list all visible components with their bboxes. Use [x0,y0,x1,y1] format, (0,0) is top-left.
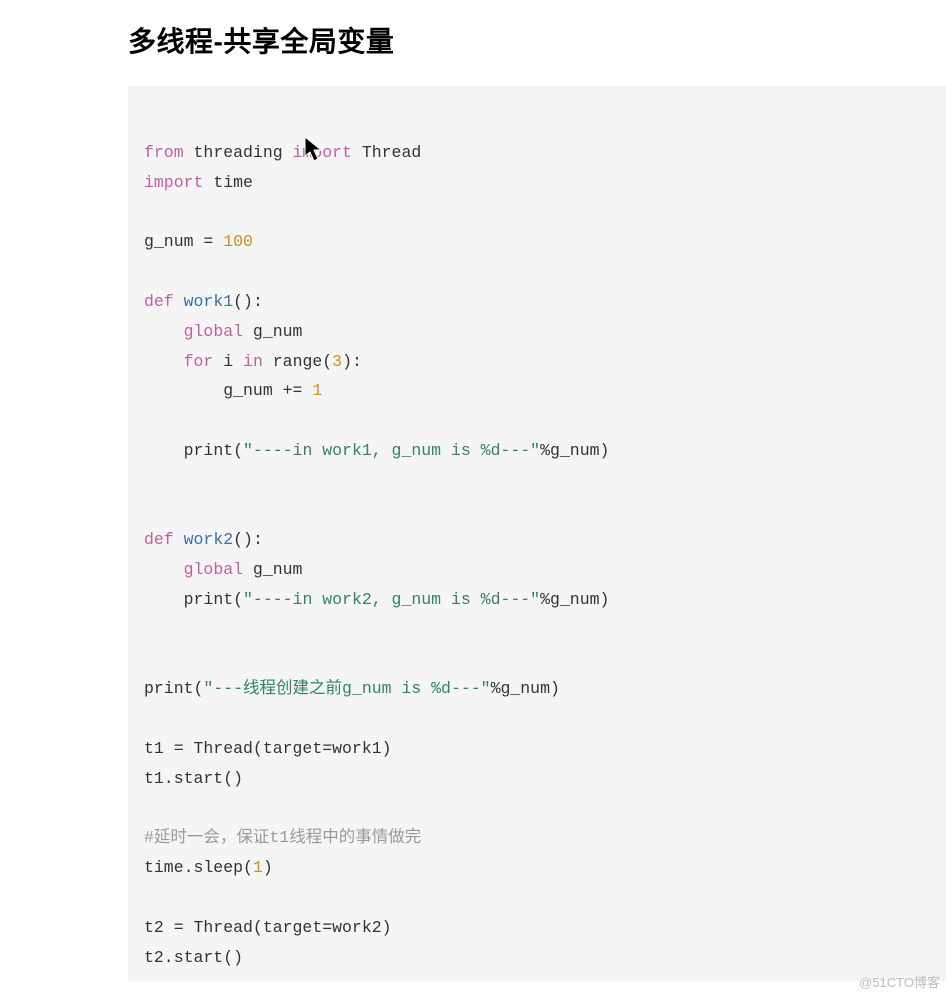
keyword: for [184,352,214,371]
code-text: time [203,173,253,192]
keyword: import [144,173,203,192]
keyword: from [144,143,184,162]
indent [144,441,184,460]
code-text: threading [184,143,293,162]
code-text: Thread [352,143,421,162]
code-text: %g_num) [540,441,609,460]
code-text: g_num [243,322,302,341]
number-literal: 1 [312,381,322,400]
code-text: (): [233,292,263,311]
code-text: g_num = [144,232,223,251]
code-text: print( [184,590,243,609]
code-text: time.sleep( [144,858,253,877]
indent [144,322,184,341]
keyword: global [184,322,243,341]
number-literal: 1 [253,858,263,877]
code-text: t2 = Thread(target=work2) [144,918,392,937]
code-text: ): [342,352,362,371]
number-literal: 3 [332,352,342,371]
string-literal: "----in work1, g_num is %d---" [243,441,540,460]
page-title: 多线程-共享全局变量 [128,20,394,60]
function-name: work2 [184,530,234,549]
code-text: i [213,352,243,371]
code-text: ) [263,858,273,877]
function-name: work1 [184,292,234,311]
code-text: %g_num) [491,679,560,698]
code-text: g_num += [223,381,312,400]
watermark: @51CTO博客 [859,972,940,991]
string-literal: "---线程创建之前g_num is %d---" [203,679,490,698]
string-literal: "----in work2, g_num is %d---" [243,590,540,609]
code-text: t1 = Thread(target=work1) [144,739,392,758]
code-text: %g_num) [540,590,609,609]
keyword: def [144,292,174,311]
comment: #延时一会，保证t1线程中的事情做完 [144,828,421,847]
code-text: range( [263,352,332,371]
space [174,530,184,549]
code-text: print( [144,679,203,698]
indent [144,352,184,371]
indent [144,381,223,400]
keyword: in [243,352,263,371]
code-text: t2.start() [144,948,243,967]
code-text: print( [184,441,243,460]
code-text: g_num [243,560,302,579]
keyword: def [144,530,174,549]
code-text: (): [233,530,263,549]
code-block: from threading import Thread import time… [128,86,946,981]
code-text: t1.start() [144,769,243,788]
indent [144,560,184,579]
keyword: import [293,143,352,162]
indent [144,590,184,609]
code-content: from threading import Thread import time… [144,138,930,972]
number-literal: 100 [223,232,253,251]
keyword: global [184,560,243,579]
space [174,292,184,311]
